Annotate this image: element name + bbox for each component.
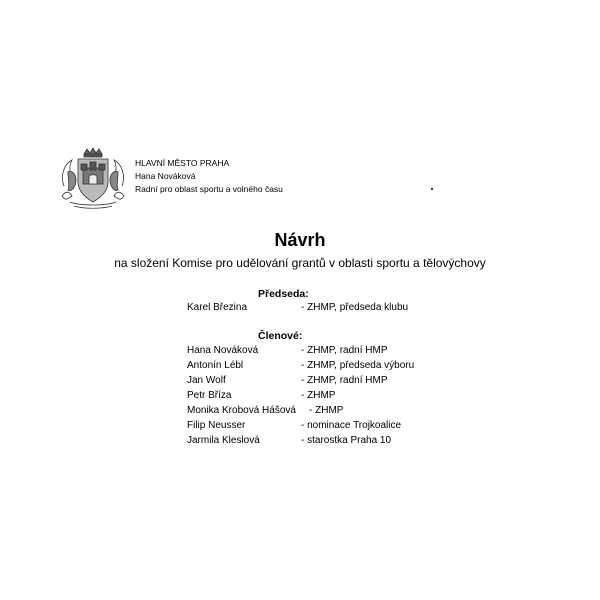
member-name: Filip Neusser: [187, 420, 246, 431]
member-role: - ZHMP, předseda výboru: [301, 360, 415, 371]
chair-heading: Předseda:: [258, 288, 309, 300]
member-name: Petr Bříza: [187, 390, 232, 401]
document-subtitle: na složení Komise pro udělování grantů v…: [114, 256, 486, 270]
member-role: - ZHMP, předseda klubu: [301, 302, 409, 313]
member-role: - ZHMP, radní HMP: [301, 345, 388, 356]
letterhead-person: Hana Nováková: [135, 171, 196, 181]
member-name: Jan Wolf: [187, 375, 226, 386]
letterhead-position: Radní pro oblast sportu a volného času: [135, 184, 283, 194]
member-name: Karel Březina: [187, 302, 248, 313]
scan-artifact: [431, 188, 433, 190]
member-name: Hana Nováková: [187, 345, 259, 356]
member-name: Monika Krobová Hášová: [187, 405, 296, 416]
letterhead: HLAVNÍ MĚSTO PRAHA Hana Nováková Radní p…: [135, 157, 283, 196]
member-name: Jarmila Kleslová: [187, 435, 260, 446]
prague-coat-of-arms-icon: [61, 147, 125, 209]
member-role: - ZHMP: [309, 405, 344, 416]
letterhead-city: HLAVNÍ MĚSTO PRAHA: [135, 158, 230, 168]
member-role: - ZHMP, radní HMP: [301, 375, 388, 386]
member-name: Antonín Lébl: [187, 360, 244, 371]
member-role: - ZHMP: [301, 390, 336, 401]
member-role: - nominace Trojkoalice: [301, 420, 402, 431]
document-title: Návrh: [274, 230, 326, 250]
members-heading: Členové:: [258, 330, 303, 342]
member-role: - starostka Praha 10: [301, 435, 392, 446]
